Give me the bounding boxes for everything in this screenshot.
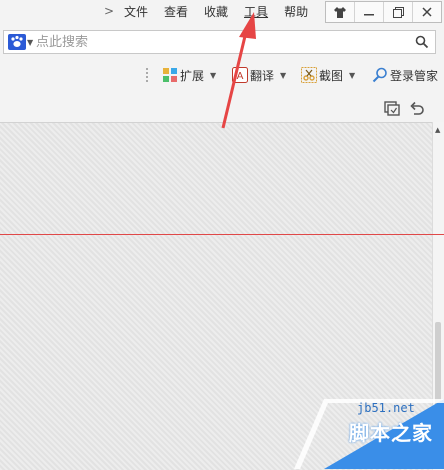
- menu-expand-chevron-icon[interactable]: >: [104, 4, 114, 18]
- search-icon[interactable]: [415, 35, 429, 49]
- restore-icon: [392, 6, 404, 18]
- menu-bar: > 文件 查看 收藏 工具 帮助: [0, 0, 444, 26]
- extend-chevron-down-icon[interactable]: ▼: [210, 71, 216, 80]
- baidu-paw-icon[interactable]: [8, 34, 26, 50]
- search-input[interactable]: [36, 33, 396, 51]
- login-manager-label: 登录管家: [390, 68, 439, 83]
- window-controls: [325, 1, 442, 23]
- toolbar: 扩展 ▼ A 翻译 ▼ 截图 ▼ 登录管家: [0, 60, 444, 90]
- extension-grid-icon: [163, 68, 177, 82]
- scissors-icon: [301, 67, 317, 83]
- search-engine-chevron-down-icon[interactable]: ▼: [27, 38, 33, 47]
- menu-view[interactable]: 查看: [156, 4, 196, 20]
- screenshot-chevron-down-icon[interactable]: ▼: [349, 71, 355, 80]
- skin-button[interactable]: [326, 2, 355, 22]
- watermark-name: 脚本之家: [349, 421, 433, 445]
- nav-icon-row: [0, 96, 444, 120]
- menu-favorites[interactable]: 收藏: [196, 4, 236, 20]
- menu-file[interactable]: 文件: [116, 4, 156, 20]
- search-box: ▼: [3, 30, 436, 54]
- minimize-icon: [364, 14, 374, 16]
- screenshot-button[interactable]: 截图 ▼: [301, 66, 355, 84]
- translate-button[interactable]: A 翻译 ▼: [232, 66, 286, 84]
- svg-text:A: A: [237, 71, 244, 82]
- restore-button[interactable]: [384, 2, 413, 22]
- red-divider-line: [0, 234, 444, 235]
- scroll-up-arrow-icon[interactable]: ▲: [435, 126, 440, 134]
- shirt-icon: [334, 6, 346, 18]
- extend-label: 扩展: [180, 68, 205, 83]
- menu-help[interactable]: 帮助: [276, 4, 316, 20]
- close-button[interactable]: [413, 2, 441, 22]
- toolbar-grip-icon: [146, 68, 148, 82]
- menu-tools[interactable]: 工具: [236, 4, 276, 20]
- close-icon: [422, 7, 432, 17]
- minimize-button[interactable]: [355, 2, 384, 22]
- translate-chevron-down-icon[interactable]: ▼: [280, 71, 286, 80]
- extend-button[interactable]: 扩展 ▼: [162, 66, 216, 84]
- translate-icon: A: [232, 67, 248, 83]
- watermark-url: jb51.net: [357, 401, 415, 415]
- menu-items: 文件 查看 收藏 工具 帮助: [116, 4, 316, 20]
- restore-tabs-icon[interactable]: [384, 100, 400, 116]
- undo-icon[interactable]: [409, 100, 425, 116]
- login-manager-button[interactable]: 登录管家: [372, 66, 438, 84]
- screenshot-label: 截图: [319, 68, 344, 83]
- key-search-icon: [372, 67, 387, 83]
- translate-label: 翻译: [250, 68, 275, 83]
